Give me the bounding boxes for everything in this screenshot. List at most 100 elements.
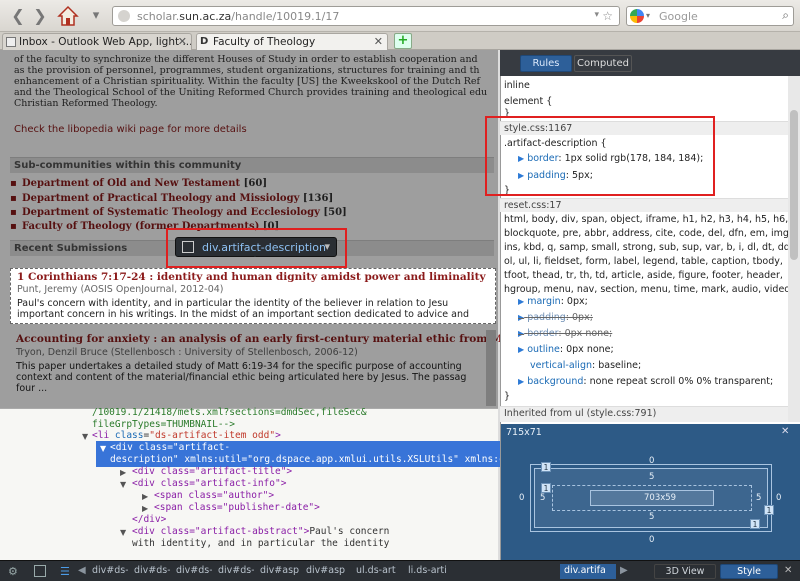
expand-triangle-icon[interactable]: ▶ — [142, 492, 148, 501]
breadcrumb-item[interactable]: div#asp — [256, 564, 300, 579]
breadcrumb-item[interactable]: div#ds-b — [172, 564, 212, 579]
reset-selector-line: tfoot, thead, tr, th, td, article, aside… — [504, 270, 783, 281]
decl-padding-overridden[interactable]: ▶ padding: 0px; — [518, 312, 593, 324]
decl-outline[interactable]: ▶ outline: 0px none; — [518, 344, 614, 356]
tab-rules[interactable]: Rules — [520, 55, 572, 72]
scroll-right-icon[interactable]: ▶ — [620, 565, 628, 576]
expand-triangle-icon[interactable]: ▶ — [142, 504, 148, 513]
expand-triangle-icon[interactable]: ▼ — [120, 480, 126, 489]
highlighted-artifact-description[interactable]: 1 Corinthians 7:17-24 : identity and hum… — [10, 268, 496, 324]
tab-bar: Inbox - Outlook Web App, light ... ✕ D F… — [0, 32, 800, 50]
close-icon[interactable]: ✕ — [784, 565, 792, 576]
expand-triangle-icon[interactable]: ▼ — [120, 528, 126, 537]
reset-selector-line: ins, kbd, q, samp, small, strong, sub, s… — [504, 242, 793, 253]
search-placeholder: Google — [659, 10, 698, 23]
padding-bottom-value: 5 — [649, 512, 655, 522]
intro-line: as the provision of personnel, programme… — [14, 65, 480, 76]
item-title-link[interactable]: Accounting for anxiety : an analysis of … — [16, 333, 503, 345]
subcommunities-heading: Sub-communities within this community — [10, 157, 494, 173]
markup-close-div: </div> — [132, 514, 167, 525]
reset-selector-line: blockquote, pre, abbr, address, cite, co… — [504, 228, 792, 239]
breadcrumb-item[interactable]: div#ds-r — [88, 564, 128, 579]
selected-div-node[interactable]: <div class="artifact- — [110, 442, 230, 454]
breadcrumb-item[interactable]: ul.ds-art — [352, 564, 402, 579]
wiki-link[interactable]: Check the libopedia wiki page for more d… — [14, 124, 247, 135]
scroll-left-icon[interactable]: ◀ — [78, 565, 86, 576]
breadcrumb-item[interactable]: div#asp — [302, 564, 346, 579]
breadcrumb-item[interactable]: div#ds-c — [130, 564, 170, 579]
decl-margin[interactable]: ▶ margin: 0px; — [518, 296, 588, 308]
tab-inbox[interactable]: Inbox - Outlook Web App, light ... ✕ — [2, 33, 192, 50]
rules-scrollbar-thumb[interactable] — [790, 110, 798, 260]
search-box[interactable]: ▾ Google ⌕ — [626, 6, 794, 26]
border-left-value: 1 — [541, 483, 551, 493]
page-icon — [6, 37, 16, 47]
gear-icon[interactable]: ⚙ — [8, 565, 18, 578]
search-icon[interactable]: ⌕ — [782, 8, 789, 23]
breadcrumb-item[interactable]: li.ds-arti — [404, 564, 458, 579]
reset-selector-line: hgroup, menu, nav, section, menu, time, … — [504, 284, 800, 295]
markup-div-abstract[interactable]: <div class="artifact-abstract">Paul's co… — [132, 526, 389, 538]
home-icon[interactable] — [56, 4, 80, 28]
margin-right-value: 0 — [776, 493, 782, 503]
selected-div-node[interactable]: description" xmlns:util="org.dspace.app.… — [110, 454, 505, 466]
expand-triangle-icon[interactable]: ▼ — [100, 444, 106, 453]
element-rule[interactable]: element { — [504, 96, 552, 108]
markup-span-date[interactable]: <span class="publisher-date"> — [154, 502, 320, 514]
content-size: 703x59 — [644, 493, 677, 503]
dropdown-icon[interactable]: ▾ — [594, 10, 599, 20]
bookmark-icon[interactable]: ▾ — [86, 7, 106, 25]
chevron-down-icon[interactable]: ▾ — [646, 11, 650, 20]
item-abstract: context and content of the material/fina… — [16, 372, 467, 383]
close-icon[interactable]: ✕ — [781, 426, 789, 437]
markup-div-title[interactable]: <div class="artifact-title"> — [132, 466, 292, 478]
rules-tabbar: Rules Computed — [500, 50, 800, 76]
d-icon: D — [200, 36, 209, 47]
decl-border-overridden[interactable]: ▶ border: 0px none; — [518, 328, 612, 340]
decl-background[interactable]: ▶ background: none repeat scroll 0% 0% t… — [518, 376, 773, 388]
tab-label: Faculty of Theology — [213, 36, 316, 48]
padding-top-value: 5 — [649, 472, 655, 482]
annotation-box — [485, 116, 715, 196]
star-icon[interactable]: ☆ — [602, 9, 613, 23]
intro-line: enhancement of a Christian spirituality.… — [14, 76, 481, 87]
markup-text-node: with identity, and in particular the ide… — [132, 538, 390, 549]
google-icon[interactable] — [630, 9, 644, 23]
close-icon[interactable]: ✕ — [178, 35, 187, 48]
markup-span-author[interactable]: <span class="author"> — [154, 490, 274, 502]
breadcrumb-item-selected[interactable]: div.artifa — [560, 564, 616, 579]
item-abstract: Paul's concern with identity, and in par… — [17, 298, 449, 309]
subcommunity-link[interactable]: Department of Systematic Theology and Ec… — [10, 207, 347, 218]
inline-label: inline — [504, 80, 530, 91]
decl-vertical-align[interactable]: vertical-align: baseline; — [530, 360, 641, 372]
url-bar[interactable]: scholar.sun.ac.za/handle/10019.1/17 ☆ ▾ — [112, 6, 620, 26]
item-title-link[interactable]: 1 Corinthians 7:17-24 : identity and hum… — [17, 271, 486, 283]
intro-line: of the faculty to synchronize the differ… — [14, 54, 478, 65]
new-tab-icon[interactable]: + — [394, 33, 412, 49]
reset-selector-line: html, body, div, span, object, iframe, h… — [504, 214, 800, 225]
expand-triangle-icon[interactable]: ▶ — [120, 468, 126, 477]
tab-faculty-of-theology[interactable]: D Faculty of Theology ✕ — [196, 33, 388, 50]
back-icon[interactable]: ❮ — [8, 7, 28, 25]
intro-line: Christian Reformed Theology. — [14, 98, 158, 109]
page-scrollbar[interactable] — [486, 330, 496, 406]
forward-icon[interactable]: ❯ — [30, 7, 50, 25]
tab-computed[interactable]: Computed — [574, 55, 632, 72]
item-info: Punt, Jeremy (AOSIS OpenJournal, 2012-04… — [17, 284, 224, 295]
close-icon[interactable]: ✕ — [374, 35, 383, 48]
padding-right-value: 5 — [756, 493, 762, 503]
style-button[interactable]: Style — [720, 564, 778, 579]
subcommunity-link[interactable]: Department of Old and New Testament [60] — [10, 178, 267, 189]
expand-triangle-icon[interactable]: ▼ — [82, 432, 88, 441]
tab-label: Inbox - Outlook Web App, light ... — [19, 36, 192, 48]
margin-left-value: 0 — [519, 493, 525, 503]
markup-div-info[interactable]: <div class="artifact-info"> — [132, 478, 286, 490]
breadcrumb-item[interactable]: div#ds-b — [214, 564, 254, 579]
node-picker-icon[interactable] — [34, 565, 46, 577]
subcommunity-link[interactable]: Department of Practical Theology and Mis… — [10, 193, 333, 204]
site-identity-icon[interactable] — [118, 10, 130, 22]
rule-source-link[interactable]: reset.css:17 — [500, 198, 800, 212]
margin-bottom-value: 0 — [649, 535, 655, 545]
markup-toggle-icon[interactable]: ☰ — [60, 565, 70, 578]
3d-view-button[interactable]: 3D View — [654, 564, 716, 579]
